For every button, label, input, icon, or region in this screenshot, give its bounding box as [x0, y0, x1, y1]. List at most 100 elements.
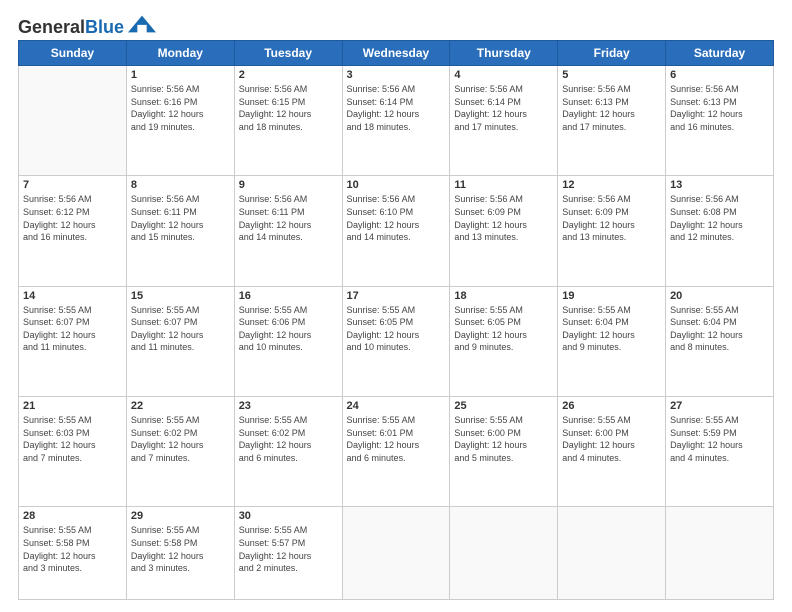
day-info: Sunrise: 5:55 AM Sunset: 6:06 PM Dayligh… — [239, 304, 338, 354]
calendar-cell: 13Sunrise: 5:56 AM Sunset: 6:08 PM Dayli… — [666, 176, 774, 286]
calendar-cell: 2 Sunrise: 5:56 AM Sunset: 6:15 PM Daylig… — [234, 66, 342, 176]
day-info: Sunrise: 5:55 AM Sunset: 5:58 PM Dayligh… — [23, 524, 122, 574]
calendar-cell: 17 Sunrise: 5:55 AM Sunset: 6:05 PM Dayli… — [342, 286, 450, 396]
calendar-cell: 5 Sunrise: 5:56 AM Sunset: 6:13 PM Daylig… — [558, 66, 666, 176]
calendar-cell: 11 Sunrise: 5:56 AM Sunset: 6:09 PM Dayli… — [450, 176, 558, 286]
day-info: Sunrise: 5:55 AM Sunset: 6:04 PM Dayligh… — [670, 304, 769, 354]
weekday-tuesday: Tuesday — [234, 41, 342, 66]
calendar-cell: 30Sunrise: 5:55 AM Sunset: 5:57 PM Dayli… — [234, 507, 342, 600]
day-number: 18 — [454, 290, 553, 302]
calendar-cell: 26 Sunrise: 5:55 AM Sunset: 6:00 PM Dayli… — [558, 396, 666, 506]
day-info: Sunrise: 5:55 AM Sunset: 6:04 PM Dayligh… — [562, 304, 661, 354]
day-number: 9 — [239, 179, 338, 191]
day-info: Sunrise: 5:56 AM Sunset: 6:10 PM Dayligh… — [347, 193, 446, 243]
day-info: Sunrise: 5:56 AM Sunset: 6:13 PM Dayligh… — [670, 83, 769, 133]
day-info: Sunrise: 5:55 AM Sunset: 6:07 PM Dayligh… — [131, 304, 230, 354]
logo-text: GeneralBlue — [18, 18, 124, 36]
day-info: Sunrise: 5:55 AM Sunset: 6:02 PM Dayligh… — [131, 414, 230, 464]
day-number: 13 — [670, 179, 769, 191]
day-number: 27 — [670, 400, 769, 412]
header: GeneralBlue — [18, 18, 774, 36]
calendar-cell: 9 Sunrise: 5:56 AM Sunset: 6:11 PM Daylig… — [234, 176, 342, 286]
day-info: Sunrise: 5:55 AM Sunset: 6:05 PM Dayligh… — [347, 304, 446, 354]
day-number: 21 — [23, 400, 122, 412]
calendar-cell: 15 Sunrise: 5:55 AM Sunset: 6:07 PM Dayli… — [126, 286, 234, 396]
calendar-cell: 20 Sunrise: 5:55 AM Sunset: 6:04 PM Dayli… — [666, 286, 774, 396]
day-number: 29 — [131, 510, 230, 522]
calendar-cell: 19 Sunrise: 5:55 AM Sunset: 6:04 PM Dayli… — [558, 286, 666, 396]
calendar-cell: 14Sunrise: 5:55 AM Sunset: 6:07 PM Dayli… — [19, 286, 127, 396]
day-number: 11 — [454, 179, 553, 191]
day-number: 22 — [131, 400, 230, 412]
calendar-cell: 8 Sunrise: 5:56 AM Sunset: 6:11 PM Daylig… — [126, 176, 234, 286]
day-number: 28 — [23, 510, 122, 522]
calendar-cell: 25Sunrise: 5:55 AM Sunset: 6:00 PM Dayli… — [450, 396, 558, 506]
calendar-cell — [666, 507, 774, 600]
calendar-cell: 28 Sunrise: 5:55 AM Sunset: 5:58 PM Dayli… — [19, 507, 127, 600]
day-info: Sunrise: 5:55 AM Sunset: 5:58 PM Dayligh… — [131, 524, 230, 574]
calendar-cell: 24 Sunrise: 5:55 AM Sunset: 6:01 PM Dayli… — [342, 396, 450, 506]
day-info: Sunrise: 5:56 AM Sunset: 6:11 PM Dayligh… — [131, 193, 230, 243]
calendar-cell: 18Sunrise: 5:55 AM Sunset: 6:05 PM Dayli… — [450, 286, 558, 396]
day-info: Sunrise: 5:56 AM Sunset: 6:09 PM Dayligh… — [454, 193, 553, 243]
logo-icon — [128, 15, 156, 33]
calendar-cell — [450, 507, 558, 600]
day-number: 15 — [131, 290, 230, 302]
day-info: Sunrise: 5:56 AM Sunset: 6:15 PM Dayligh… — [239, 83, 338, 133]
day-number: 17 — [347, 290, 446, 302]
day-number: 4 — [454, 69, 553, 81]
logo: GeneralBlue — [18, 18, 156, 36]
day-number: 6 — [670, 69, 769, 81]
week-row-4: 21 Sunrise: 5:55 AM Sunset: 6:03 PM Dayli… — [19, 396, 774, 506]
day-info: Sunrise: 5:56 AM Sunset: 6:14 PM Dayligh… — [347, 83, 446, 133]
page: GeneralBlue SundayMondayTuesdayWednesday… — [0, 0, 792, 612]
calendar-cell: 12Sunrise: 5:56 AM Sunset: 6:09 PM Dayli… — [558, 176, 666, 286]
weekday-wednesday: Wednesday — [342, 41, 450, 66]
calendar-cell — [342, 507, 450, 600]
weekday-saturday: Saturday — [666, 41, 774, 66]
day-number: 30 — [239, 510, 338, 522]
week-row-3: 14Sunrise: 5:55 AM Sunset: 6:07 PM Dayli… — [19, 286, 774, 396]
day-number: 19 — [562, 290, 661, 302]
weekday-sunday: Sunday — [19, 41, 127, 66]
calendar-cell: 1 Sunrise: 5:56 AM Sunset: 6:16 PM Daylig… — [126, 66, 234, 176]
week-row-5: 28 Sunrise: 5:55 AM Sunset: 5:58 PM Dayli… — [19, 507, 774, 600]
calendar-cell: 7 Sunrise: 5:56 AM Sunset: 6:12 PM Daylig… — [19, 176, 127, 286]
calendar-cell: 6 Sunrise: 5:56 AM Sunset: 6:13 PM Daylig… — [666, 66, 774, 176]
week-row-2: 7 Sunrise: 5:56 AM Sunset: 6:12 PM Daylig… — [19, 176, 774, 286]
logo-blue: Blue — [85, 17, 124, 37]
day-number: 20 — [670, 290, 769, 302]
day-info: Sunrise: 5:55 AM Sunset: 6:00 PM Dayligh… — [454, 414, 553, 464]
calendar-cell: 27 Sunrise: 5:55 AM Sunset: 5:59 PM Dayli… — [666, 396, 774, 506]
calendar-cell — [558, 507, 666, 600]
day-number: 2 — [239, 69, 338, 81]
day-info: Sunrise: 5:55 AM Sunset: 6:03 PM Dayligh… — [23, 414, 122, 464]
day-info: Sunrise: 5:56 AM Sunset: 6:11 PM Dayligh… — [239, 193, 338, 243]
calendar-cell: 21 Sunrise: 5:55 AM Sunset: 6:03 PM Dayli… — [19, 396, 127, 506]
day-number: 16 — [239, 290, 338, 302]
day-info: Sunrise: 5:55 AM Sunset: 6:01 PM Dayligh… — [347, 414, 446, 464]
weekday-thursday: Thursday — [450, 41, 558, 66]
calendar-cell — [19, 66, 127, 176]
day-number: 26 — [562, 400, 661, 412]
day-number: 1 — [131, 69, 230, 81]
day-number: 5 — [562, 69, 661, 81]
day-info: Sunrise: 5:55 AM Sunset: 6:07 PM Dayligh… — [23, 304, 122, 354]
day-info: Sunrise: 5:56 AM Sunset: 6:12 PM Dayligh… — [23, 193, 122, 243]
day-number: 7 — [23, 179, 122, 191]
day-info: Sunrise: 5:56 AM Sunset: 6:13 PM Dayligh… — [562, 83, 661, 133]
weekday-friday: Friday — [558, 41, 666, 66]
day-info: Sunrise: 5:55 AM Sunset: 6:00 PM Dayligh… — [562, 414, 661, 464]
day-number: 24 — [347, 400, 446, 412]
logo-general: General — [18, 17, 85, 37]
day-number: 23 — [239, 400, 338, 412]
weekday-header-row: SundayMondayTuesdayWednesdayThursdayFrid… — [19, 41, 774, 66]
day-number: 10 — [347, 179, 446, 191]
day-number: 12 — [562, 179, 661, 191]
calendar-table: SundayMondayTuesdayWednesdayThursdayFrid… — [18, 40, 774, 600]
calendar-cell: 3Sunrise: 5:56 AM Sunset: 6:14 PM Daylig… — [342, 66, 450, 176]
day-number: 8 — [131, 179, 230, 191]
day-info: Sunrise: 5:55 AM Sunset: 5:59 PM Dayligh… — [670, 414, 769, 464]
calendar-cell: 29 Sunrise: 5:55 AM Sunset: 5:58 PM Dayli… — [126, 507, 234, 600]
day-info: Sunrise: 5:56 AM Sunset: 6:16 PM Dayligh… — [131, 83, 230, 133]
